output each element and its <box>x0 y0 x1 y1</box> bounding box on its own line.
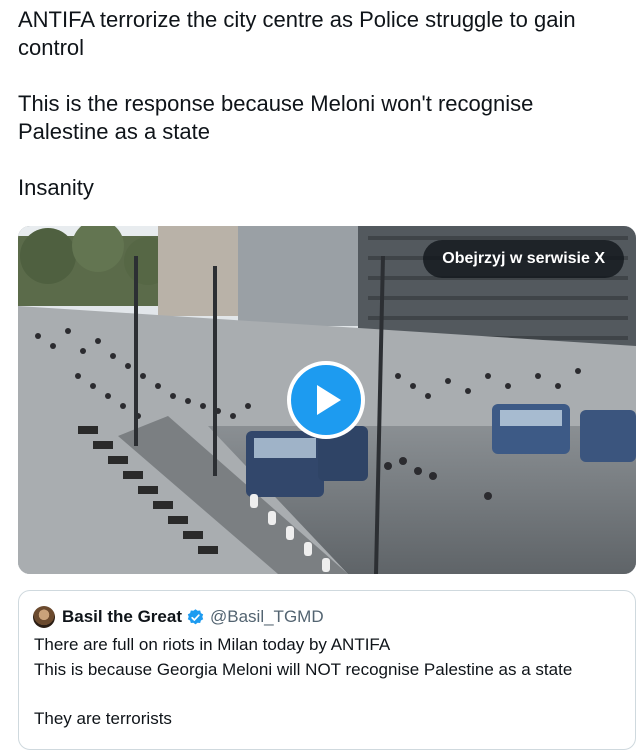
tweet-paragraph-2: This is the response because Meloni won'… <box>18 91 534 144</box>
tweet-paragraph-1: ANTIFA terrorize the city centre as Poli… <box>18 7 576 60</box>
quoted-tweet-line-2: This is because Georgia Meloni will NOT … <box>34 659 573 679</box>
author-display-name[interactable]: Basil the Great <box>62 607 182 627</box>
video-player[interactable]: Obejrzyj w serwisie X <box>18 226 636 574</box>
watch-on-x-button[interactable]: Obejrzyj w serwisie X <box>423 240 624 278</box>
quoted-tweet-line-1: There are full on riots in Milan today b… <box>34 635 391 654</box>
play-icon <box>317 385 341 415</box>
tweet-paragraph-3: Insanity <box>18 175 94 200</box>
tweet-text: ANTIFA terrorize the city centre as Poli… <box>18 6 633 202</box>
verified-badge-icon <box>187 608 204 624</box>
quoted-tweet[interactable]: Basil the Great @Basil_TGMD There are fu… <box>18 590 636 750</box>
author-handle[interactable]: @Basil_TGMD <box>210 607 324 627</box>
quoted-tweet-text: There are full on riots in Milan today b… <box>34 633 624 731</box>
quoted-tweet-line-3: They are terrorists <box>34 708 172 728</box>
avatar[interactable] <box>33 606 55 628</box>
quoted-tweet-header: Basil the Great @Basil_TGMD <box>33 605 324 629</box>
play-button[interactable] <box>287 361 365 439</box>
